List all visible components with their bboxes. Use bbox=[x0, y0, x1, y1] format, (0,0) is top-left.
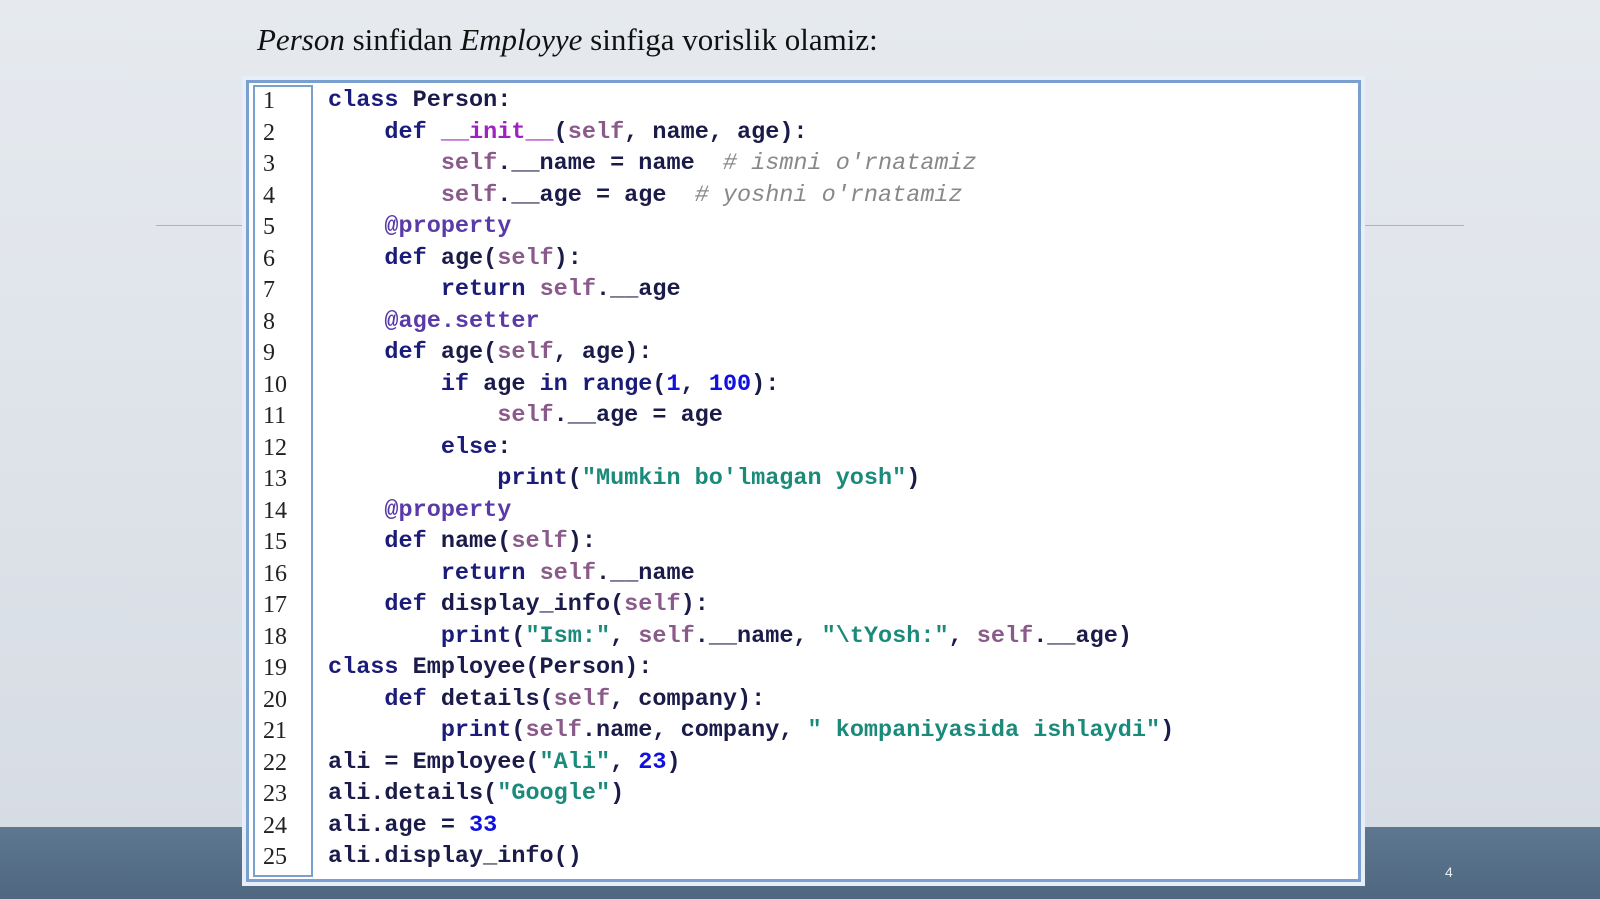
line-number: 8 bbox=[263, 308, 275, 335]
line-number: 2 bbox=[263, 119, 275, 146]
code-text: ali.details("Google") bbox=[328, 780, 625, 807]
code-text: class Employee(Person): bbox=[328, 654, 653, 681]
code-text: ali.display_info() bbox=[328, 843, 582, 870]
line-number: 23 bbox=[263, 781, 287, 807]
code-text: def age(self, age): bbox=[384, 339, 653, 366]
line-number: 24 bbox=[263, 812, 287, 839]
code-text: self.__age = age # yoshni o'rnatamiz bbox=[440, 181, 963, 209]
code-text: class Person: bbox=[328, 87, 512, 114]
line-number: 17 bbox=[263, 592, 287, 618]
divider-right bbox=[1364, 225, 1464, 226]
line-number: 12 bbox=[263, 434, 287, 461]
code-text: if age in range(1, 100): bbox=[440, 370, 780, 398]
title-class-employye: Employye bbox=[460, 22, 583, 57]
divider-left bbox=[156, 225, 242, 226]
line-number: 7 bbox=[263, 277, 275, 303]
code-text: return self.__age bbox=[440, 276, 681, 303]
code-text: def age(self): bbox=[384, 244, 582, 272]
code-text: return self.__name bbox=[440, 559, 695, 587]
line-number: 6 bbox=[263, 245, 275, 272]
title-class-person: Person bbox=[257, 22, 345, 57]
line-number: 5 bbox=[263, 214, 275, 240]
line-number: 9 bbox=[263, 340, 275, 366]
line-number: 18 bbox=[263, 623, 287, 650]
code-text: print("Ism:", self.__name, "\tYosh:", se… bbox=[440, 622, 1132, 650]
code-text: def display_info(self): bbox=[384, 591, 709, 618]
title-text-2: sinfiga vorislik olamiz: bbox=[582, 22, 878, 57]
code-block: 1 class Person: 2 def __init__(self, name,… bbox=[246, 80, 1361, 882]
code-text: def name(self): bbox=[384, 528, 596, 555]
code-text: @age.setter bbox=[384, 307, 540, 335]
code-text: else: bbox=[440, 433, 512, 461]
code-text: def details(self, company): bbox=[384, 685, 766, 713]
line-number: 11 bbox=[263, 403, 287, 429]
code-text: @property bbox=[384, 213, 512, 240]
line-number: 16 bbox=[263, 560, 287, 587]
line-number: 21 bbox=[263, 718, 287, 744]
code-text: def __init__(self, name, age): bbox=[384, 118, 808, 146]
code-text: ali.age = 33 bbox=[328, 811, 498, 839]
line-number: 22 bbox=[263, 749, 287, 776]
code-text: self.__name = name # ismni o'rnatamiz bbox=[440, 150, 977, 177]
line-number: 25 bbox=[263, 844, 287, 870]
line-number: 4 bbox=[263, 182, 275, 209]
code-text: @property bbox=[384, 496, 512, 524]
code-text: ali = Employee("Ali", 23) bbox=[328, 748, 681, 776]
page-number: 4 bbox=[1445, 864, 1453, 880]
line-number: 20 bbox=[263, 686, 287, 713]
line-number: 15 bbox=[263, 529, 287, 555]
title-text-1: sinfidan bbox=[344, 22, 461, 57]
line-number: 19 bbox=[263, 655, 287, 681]
line-number: 3 bbox=[263, 151, 275, 177]
line-number: 1 bbox=[263, 88, 275, 114]
slide-title: Person sinfidan Employye sinfiga vorisli… bbox=[257, 22, 878, 58]
code-text: print(self.name, company, " kompaniyasid… bbox=[440, 717, 1175, 744]
code-text: print("Mumkin bo'lmagan yosh") bbox=[497, 465, 921, 492]
line-number: 13 bbox=[263, 466, 287, 492]
line-number: 14 bbox=[263, 497, 287, 524]
line-number: 10 bbox=[263, 371, 287, 398]
code-text: self.__age = age bbox=[497, 402, 723, 429]
